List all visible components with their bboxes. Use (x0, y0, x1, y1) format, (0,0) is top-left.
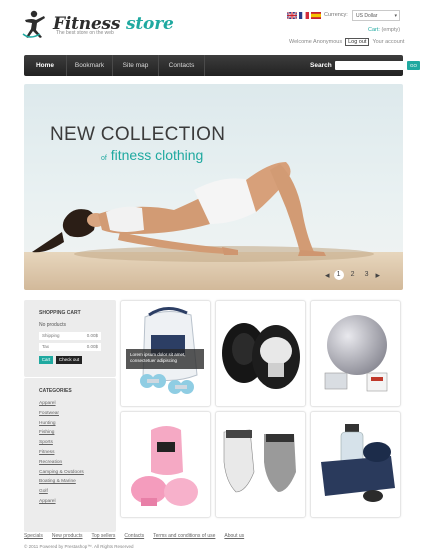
footer-link[interactable]: About us (224, 533, 244, 539)
fitness-model-image (32, 162, 374, 262)
boxing-pads-image (222, 323, 300, 389)
categories-box: CATEGORIES Apparel Footwear Hunting Fish… (24, 378, 116, 532)
shopping-cart-box: SHOPPING CART No products Shipping 0.00$ … (24, 300, 116, 377)
category-link[interactable]: Recreation (39, 458, 84, 468)
cart-shipping-row: Shipping 0.00$ (39, 332, 101, 340)
store-logo[interactable]: Fitness store (22, 10, 222, 46)
category-link[interactable]: Apparel (39, 497, 84, 507)
pink-boxing-gloves-image (131, 426, 198, 506)
product-tile[interactable] (120, 411, 211, 518)
flag-uk-icon[interactable] (287, 12, 297, 19)
fitness-ball-image (324, 315, 388, 392)
copyright-text: © 2011 Powered by Prestashop™. All Right… (24, 544, 134, 549)
language-flags (287, 12, 321, 19)
search-label: Search (310, 62, 332, 69)
currency-value: US Dollar (356, 13, 378, 19)
cart-no-products: No products (39, 322, 66, 328)
chevron-right-icon[interactable]: ▸ (376, 270, 381, 280)
flag-fr-icon[interactable] (299, 12, 309, 19)
cart-box-title: SHOPPING CART (39, 310, 81, 316)
footer-link[interactable]: Contacts (124, 533, 144, 539)
account-link[interactable]: Your account (372, 39, 404, 45)
category-link[interactable]: Fishing (39, 428, 84, 438)
footer-link[interactable]: Terms and conditions of use (153, 533, 215, 539)
banner-pager: ◂ 1 2 3 ▸ (325, 270, 380, 280)
header-cart-link[interactable]: Cart: (empty) (368, 27, 400, 33)
checkout-button[interactable]: Check out (56, 356, 82, 364)
welcome-text: Welcome Anonymous (289, 39, 343, 45)
product-tile[interactable] (215, 300, 306, 407)
training-gloves-image (223, 429, 296, 493)
product-tile[interactable] (215, 411, 306, 518)
product-tile[interactable] (310, 411, 401, 518)
banner-subtitle: of fitness clothing (101, 147, 204, 163)
footer-links: Specials New products Top sellers Contac… (24, 533, 244, 539)
footer-link[interactable]: New products (52, 533, 83, 539)
chevron-down-icon: ▾ (394, 13, 397, 19)
currency-select[interactable]: US Dollar ▾ (352, 10, 400, 21)
chevron-left-icon[interactable]: ◂ (325, 270, 330, 280)
welcome-bar: Welcome Anonymous Log out Your account (289, 38, 404, 46)
category-link[interactable]: Hunting (39, 419, 84, 429)
runner-logo-icon (22, 10, 45, 38)
product-tile[interactable]: Lorem ipsum dolor sit amet, consectetuer… (120, 300, 211, 407)
cart-tax-row: Tax 0.00$ (39, 343, 101, 351)
category-link[interactable]: Footwear (39, 409, 84, 419)
category-link[interactable]: Apparel (39, 399, 84, 409)
category-link[interactable]: Boating & Marine (39, 477, 84, 487)
nav-site-map[interactable]: Site map (113, 55, 159, 76)
pager-page[interactable]: 1 (333, 270, 344, 280)
flag-es-icon[interactable] (311, 12, 321, 19)
main-nav: Home Bookmark Site map Contacts Search G… (24, 55, 420, 76)
pager-page[interactable]: 2 (348, 270, 358, 280)
categories-title: CATEGORIES (39, 388, 72, 394)
category-link[interactable]: Golf (39, 487, 84, 497)
category-link[interactable]: Fitness (39, 448, 84, 458)
product-overlay-text: Lorem ipsum dolor sit amet, consectetuer… (126, 349, 204, 369)
nav-contacts[interactable]: Contacts (159, 55, 205, 76)
cart-button[interactable]: Cart (39, 356, 53, 364)
fitness-accessories-image (321, 424, 395, 502)
product-tile[interactable] (310, 300, 401, 407)
tagline: The best store on the web (56, 30, 114, 36)
category-link[interactable]: Camping & Outdoors (39, 468, 84, 478)
pager-page[interactable]: 3 (362, 270, 372, 280)
nav-home[interactable]: Home (24, 55, 67, 76)
search-button[interactable]: GO (407, 61, 420, 70)
logout-link[interactable]: Log out (345, 38, 370, 46)
hero-banner[interactable]: NEW COLLECTION of fitness clothing ◂ 1 2… (24, 84, 403, 290)
search-input[interactable] (335, 61, 405, 70)
currency-label: Currency: (324, 12, 348, 18)
category-list: Apparel Footwear Hunting Fishing Sports … (39, 399, 84, 507)
footer-link[interactable]: Top sellers (91, 533, 115, 539)
banner-title: NEW COLLECTION (50, 124, 226, 145)
nav-bookmark[interactable]: Bookmark (67, 55, 113, 76)
footer-link[interactable]: Specials (24, 533, 43, 539)
category-link[interactable]: Sports (39, 438, 84, 448)
